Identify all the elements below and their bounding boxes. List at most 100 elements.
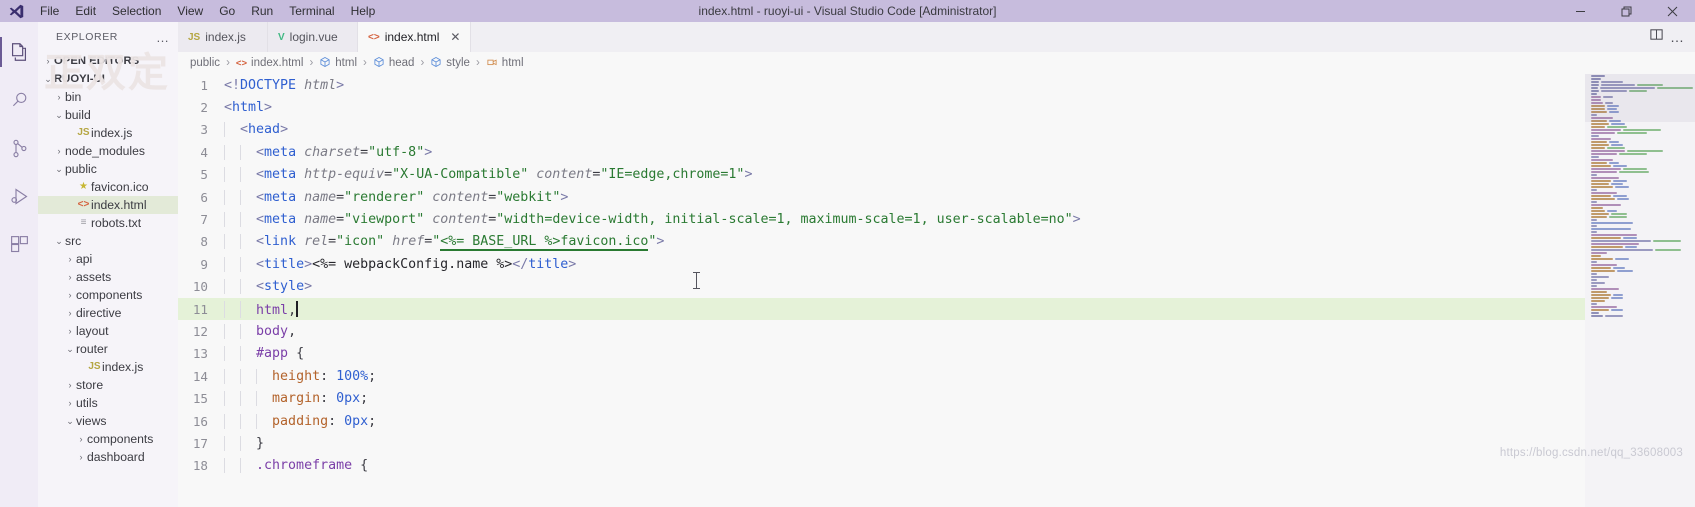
chevron-right-icon[interactable]: ›: [64, 268, 76, 286]
source-control-icon[interactable]: [0, 124, 38, 172]
breadcrumb-item-head[interactable]: head: [373, 56, 414, 71]
tree-item-favicon-ico[interactable]: ★ favicon.ico: [38, 178, 178, 196]
menu-edit[interactable]: Edit: [67, 0, 104, 22]
tree-item-layout[interactable]: › layout: [38, 322, 178, 340]
menu-run[interactable]: Run: [243, 0, 281, 22]
indent-guide: [224, 234, 225, 250]
indent-guide: [256, 413, 258, 429]
tree-item-index-js[interactable]: JS index.js: [38, 124, 178, 142]
tree-item-index-html[interactable]: <> index.html: [38, 196, 178, 214]
menu-selection[interactable]: Selection: [104, 0, 169, 22]
chevron-right-icon[interactable]: ›: [64, 286, 76, 304]
code-line: 1 <!DOCTYPE html>: [178, 74, 1695, 96]
tree-item-api[interactable]: › api: [38, 250, 178, 268]
tree-item-dashboard[interactable]: › dashboard: [38, 448, 178, 466]
tree-item-public[interactable]: ⌄ public: [38, 160, 178, 178]
editor-more-actions-icon[interactable]: …: [1670, 29, 1685, 45]
tab-login-vue[interactable]: V login.vue: [268, 22, 358, 52]
search-icon[interactable]: [0, 76, 38, 124]
menu-go[interactable]: Go: [211, 0, 243, 22]
tree-item-directive[interactable]: › directive: [38, 304, 178, 322]
chevron-down-icon[interactable]: ⌄: [42, 70, 54, 88]
chevron-right-icon[interactable]: ›: [64, 250, 76, 268]
menu-help[interactable]: Help: [343, 0, 384, 22]
breadcrumb-item-public[interactable]: public: [190, 57, 220, 69]
code-line: 16 padding: 0px;: [178, 410, 1695, 432]
chevron-right-icon[interactable]: ›: [64, 322, 76, 340]
tree-item-store[interactable]: › store: [38, 376, 178, 394]
chevron-right-icon[interactable]: ›: [53, 88, 65, 106]
tree-item-index-js[interactable]: JS index.js: [38, 358, 178, 376]
code-token: "IE=edge,chrome=1": [600, 167, 745, 183]
chevron-down-icon[interactable]: ⌄: [53, 232, 65, 250]
explorer-icon[interactable]: [0, 28, 38, 76]
breadcrumb-separator-icon: ›: [475, 57, 480, 69]
tab-close-icon[interactable]: ✕: [450, 30, 460, 44]
line-number: 15: [192, 391, 208, 407]
js-file-icon: JS: [77, 127, 90, 138]
tree-item-label: api: [76, 252, 93, 266]
tab-index-js[interactable]: JS index.js: [178, 22, 268, 52]
chevron-right-icon[interactable]: ›: [64, 394, 76, 412]
menu-terminal[interactable]: Terminal: [281, 0, 342, 22]
line-number: 14: [192, 368, 208, 384]
chevron-right-icon[interactable]: ›: [53, 142, 65, 160]
chevron-right-icon[interactable]: ›: [75, 430, 87, 448]
tree-item-components[interactable]: › components: [38, 430, 178, 448]
tree-item-ruoyi-ui[interactable]: ⌄ RUOYI-UI: [38, 70, 178, 88]
minimap[interactable]: [1585, 74, 1695, 507]
line-content: html,: [224, 300, 298, 318]
tree-item-node-modules[interactable]: › node_modules: [38, 142, 178, 160]
breadcrumb-item-index-html[interactable]: <> index.html: [236, 57, 304, 69]
minimize-button[interactable]: [1557, 0, 1603, 22]
minimap-segment: [1591, 173, 1597, 176]
tree-item-open-editors[interactable]: › OPEN EDITORS: [38, 52, 178, 70]
minimap-segment: [1591, 236, 1621, 239]
chevron-down-icon[interactable]: ⌄: [53, 106, 65, 124]
tree-item-views[interactable]: ⌄ views: [38, 412, 178, 430]
chevron-down-icon[interactable]: ⌄: [53, 160, 65, 178]
indent-guide: [240, 256, 242, 272]
chevron-right-icon[interactable]: ›: [64, 376, 76, 394]
tree-item-robots-txt[interactable]: ≡ robots.txt: [38, 214, 178, 232]
menu-view[interactable]: View: [169, 0, 211, 22]
tree-item-src[interactable]: ⌄ src: [38, 232, 178, 250]
tab-label: index.js: [205, 30, 246, 44]
chevron-down-icon[interactable]: ⌄: [64, 412, 76, 430]
close-button[interactable]: [1649, 0, 1695, 22]
code-token: ,: [288, 302, 297, 318]
minimap-segment: [1591, 254, 1601, 257]
explorer-more-actions-icon[interactable]: …: [156, 30, 174, 45]
minimap-slider[interactable]: [1585, 74, 1695, 122]
tree-item-bin[interactable]: › bin: [38, 88, 178, 106]
chevron-right-icon[interactable]: ›: [64, 304, 76, 322]
code-token: <!: [224, 77, 241, 93]
chevron-right-icon[interactable]: ›: [75, 448, 87, 466]
symbol-cube-icon: [430, 56, 442, 71]
menu-file[interactable]: File: [32, 0, 67, 22]
extensions-icon[interactable]: [0, 220, 38, 268]
tab-index-html[interactable]: <> index.html ✕: [358, 22, 472, 52]
tree-item-router[interactable]: ⌄ router: [38, 340, 178, 358]
run-debug-icon[interactable]: [0, 172, 38, 220]
tree-item-components[interactable]: › components: [38, 286, 178, 304]
chevron-down-icon[interactable]: ⌄: [64, 340, 76, 358]
code-token: >: [264, 100, 273, 116]
maximize-restore-button[interactable]: [1603, 0, 1649, 22]
tree-item-build[interactable]: ⌄ build: [38, 106, 178, 124]
tree-item-label: directive: [76, 306, 122, 320]
tree-item-utils[interactable]: › utils: [38, 394, 178, 412]
breadcrumb-item-html[interactable]: html: [486, 56, 524, 71]
tree-item-assets[interactable]: › assets: [38, 268, 178, 286]
code-token: content: [432, 189, 489, 205]
code-editor[interactable]: 1 <!DOCTYPE html> 2 <html> 3 <head> 4 <meta c…: [178, 74, 1695, 507]
minimap-segment: [1591, 161, 1607, 164]
split-editor-icon[interactable]: [1649, 27, 1664, 47]
breadcrumb-item-style[interactable]: style: [430, 56, 470, 71]
breadcrumb-label: public: [190, 57, 221, 69]
chevron-right-icon[interactable]: ›: [42, 52, 54, 70]
code-line: 9 <title><%= webpackConfig.name %></titl…: [178, 253, 1695, 275]
code-lines: 1 <!DOCTYPE html> 2 <html> 3 <head> 4 <meta c…: [178, 74, 1695, 477]
breadcrumb-item-html[interactable]: html: [319, 56, 357, 71]
